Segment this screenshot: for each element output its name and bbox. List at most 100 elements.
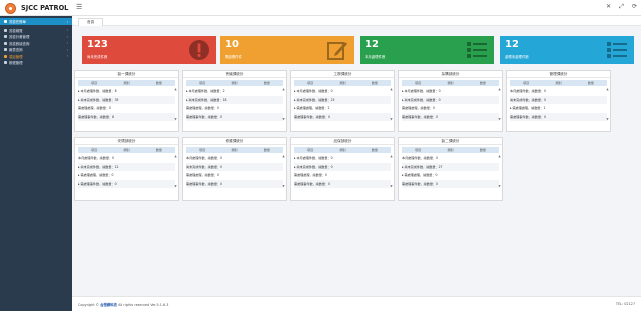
table-row[interactable]: 需處理處理，總數量：0: [402, 104, 499, 113]
table-row[interactable]: 尚未完成件數，總數量：0: [510, 95, 607, 104]
table-row[interactable]: 需處理事件數，總數量：8: [78, 112, 175, 121]
table-row[interactable]: ▸ 尚未完成件數，總數量：27: [402, 162, 499, 171]
table-row[interactable]: 本月處理件數，總數量：0: [186, 154, 283, 163]
table-row[interactable]: ▸ 需處理處理，總數量：2: [294, 104, 391, 113]
scrollbar[interactable]: ▲ ▼: [498, 87, 501, 121]
table-row[interactable]: 需處理事件數，總數量：0: [186, 112, 283, 121]
scrollbar[interactable]: ▲ ▼: [390, 87, 393, 121]
table-row[interactable]: ▸ 尚未完成件數，總數量：18: [186, 95, 283, 104]
scrollbar[interactable]: ▲ ▼: [174, 154, 177, 188]
scrollbar[interactable]: ▲ ▼: [498, 154, 501, 188]
table-row[interactable]: 需處理事件數，總數量：0: [402, 112, 499, 121]
table-row[interactable]: ▸ 尚未完成件數，總數量：0: [402, 95, 499, 104]
panel-body: 本月處理件數，總數量：0 ▸ 尚未完成件數，總數量：12 ▸ 需處理處理，總數量：0…: [75, 153, 178, 188]
scroll-up-icon[interactable]: ▲: [174, 87, 177, 91]
table-row[interactable]: ▸ 需處理事件數，總數量：0: [78, 179, 175, 188]
menu-icon: [4, 20, 7, 23]
table-row[interactable]: ▸ 尚未完成件數，總數量：0: [294, 162, 391, 171]
scroll-up-icon[interactable]: ▲: [390, 87, 393, 91]
table-row[interactable]: ▸ 需處理處理，總數量：0: [78, 171, 175, 180]
copyright-prefix: Copyright ©: [78, 303, 101, 307]
table-row[interactable]: ▸ 本月處理件數，總數量：2: [186, 87, 283, 96]
table-row[interactable]: 需處理處理，總數量：0: [294, 171, 391, 180]
scroll-down-icon[interactable]: ▼: [174, 184, 177, 188]
scroll-up-icon[interactable]: ▲: [282, 87, 285, 91]
scrollbar[interactable]: ▲ ▼: [606, 87, 609, 121]
sidebar-item-0[interactable]: 巡檢任務單 ‹: [0, 18, 72, 25]
stat-label: 需處理件件: [225, 55, 242, 59]
table-row[interactable]: 本月處理件數，總數量：0: [78, 154, 175, 163]
footer-copyright: Copyright © 台塑網科技 All rights reserved Ve…: [78, 302, 168, 307]
scroll-down-icon[interactable]: ▼: [390, 117, 393, 121]
table-row[interactable]: ▸ 本月處理件數，總數量：8: [78, 87, 175, 96]
table-row[interactable]: ▸ 本月處理件數，總數量：0: [294, 154, 391, 163]
scroll-up-icon[interactable]: ▲: [174, 154, 177, 158]
stat-label: 本月處理件數: [365, 55, 386, 59]
panel-title: 修護課統計: [183, 138, 286, 145]
stat-card-unprocessed[interactable]: 12 處理未處理件數: [500, 36, 634, 64]
stat-card-to-handle[interactable]: 10 需處理件件: [220, 36, 354, 64]
sidebar-item-label: 項目管理: [9, 54, 23, 59]
scroll-down-icon[interactable]: ▼: [282, 184, 285, 188]
scrollbar[interactable]: ▲ ▼: [282, 87, 285, 121]
copyright-suffix: All rights reserved Ver.5.1.6.3: [117, 303, 169, 307]
stat-value: 10: [225, 39, 239, 50]
table-row[interactable]: ▸ 尚未完成件數，總數量：12: [78, 162, 175, 171]
panel-body: 本月處理件數，總數量：0 ▸ 尚未完成件數，總數量：27 ▸ 需處理處理，總數量：0…: [399, 153, 502, 188]
scroll-down-icon[interactable]: ▼: [498, 184, 501, 188]
list-icon: [607, 42, 627, 58]
scroll-down-icon[interactable]: ▼: [282, 117, 285, 121]
menu-icon: [4, 28, 7, 32]
table-row[interactable]: ▸ 尚未完成件數，總數量：23: [294, 95, 391, 104]
scrollbar[interactable]: ▲ ▼: [282, 154, 285, 188]
table-row[interactable]: ▸ 本月處理件數，總數量：0: [294, 87, 391, 96]
scroll-up-icon[interactable]: ▲: [390, 154, 393, 158]
table-row[interactable]: 尚未完成件數，總數量：0: [186, 162, 283, 171]
table-row[interactable]: 需處理處理，總數量：0: [186, 104, 283, 113]
table-row[interactable]: ▸ 本月處理件數，總數量：0: [402, 87, 499, 96]
expand-icon[interactable]: ⤢: [619, 3, 624, 11]
panel-title: 安環部統計: [75, 138, 178, 145]
table-row[interactable]: ▸ 需處理處理，總數量：0: [402, 171, 499, 180]
table-row[interactable]: 本月處理件數，總數量：0: [402, 154, 499, 163]
close-icon[interactable]: ✕: [606, 3, 611, 11]
scroll-down-icon[interactable]: ▼: [174, 117, 177, 121]
hamburger-icon[interactable]: ☰: [76, 3, 82, 11]
table-row[interactable]: 需處理處理，總數量：0: [78, 104, 175, 113]
table-row[interactable]: 本月處理件數，總數量：0: [510, 87, 607, 96]
panel-title: 品保部統計: [291, 138, 394, 145]
scrollbar[interactable]: ▲ ▼: [390, 154, 393, 188]
chevron-left-icon: ‹: [66, 34, 68, 39]
scroll-down-icon[interactable]: ▼: [606, 117, 609, 121]
company-link[interactable]: 台塑網科技: [100, 303, 117, 307]
scroll-up-icon[interactable]: ▲: [498, 87, 501, 91]
table-row[interactable]: 需處理處理，總數量：0: [186, 171, 283, 180]
table-row[interactable]: 需處理事件數，總數量：0: [186, 179, 283, 188]
tab-home[interactable]: 首頁: [78, 18, 104, 26]
scroll-up-icon[interactable]: ▲: [282, 154, 285, 158]
sidebar-item-6[interactable]: 帳號管理: [0, 60, 72, 67]
stat-label: 尚未完成件數: [87, 55, 108, 59]
table-row[interactable]: 需處理事件數，總數量：0: [294, 179, 391, 188]
table-row[interactable]: 需處理事件數，總數量：0: [510, 112, 607, 121]
panel-title: 管理課統計: [507, 71, 610, 78]
scroll-down-icon[interactable]: ▼: [498, 117, 501, 121]
top-bar: SJCC PATROL ☰ ✕ ⤢ ⟳: [0, 0, 641, 16]
scrollbar[interactable]: ▲ ▼: [174, 87, 177, 121]
table-row[interactable]: ▸ 尚未完成件數，總數量：35: [78, 95, 175, 104]
logo[interactable]: SJCC PATROL: [0, 0, 72, 16]
table-row[interactable]: 需處理事件數，總數量：0: [402, 179, 499, 188]
stat-card-this-month[interactable]: 12 本月處理件數: [360, 36, 494, 64]
table-row[interactable]: ▸ 需處理處理，總數量：1: [510, 104, 607, 113]
panel-title: 會議課統計: [183, 71, 286, 78]
sidebar-item-label: 巡檢數據查詢: [9, 41, 30, 46]
scroll-up-icon[interactable]: ▲: [606, 87, 609, 91]
dept-panel: 會議課統計 項目 類別 數量 ▸ 本月處理件數，總數量：2 ▸ 尚未完成件數，總數量：18…: [182, 70, 287, 132]
scroll-down-icon[interactable]: ▼: [390, 184, 393, 188]
refresh-icon[interactable]: ⟳: [632, 3, 637, 11]
dept-panel: 安環部統計 項目 類別 數量 本月處理件數，總數量：0 ▸ 尚未完成件數，總數量：12 ▸ …: [74, 137, 179, 201]
scroll-up-icon[interactable]: ▲: [498, 154, 501, 158]
table-row[interactable]: 需處理事件數，總數量：0: [294, 112, 391, 121]
stat-card-pending[interactable]: 123 尚未完成件數: [82, 36, 216, 64]
panel-body: ▸ 本月處理件數，總數量：0 ▸ 尚未完成件數，總數量：0 需處理處理，總數量：0 需…: [291, 153, 394, 188]
